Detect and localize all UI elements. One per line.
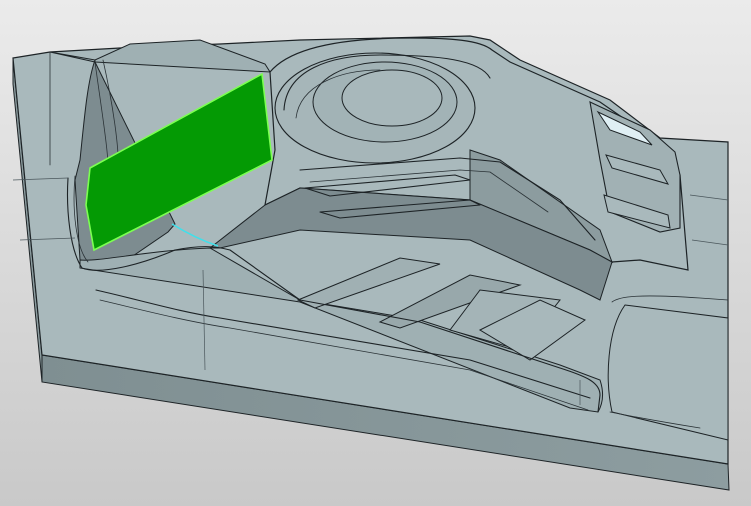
cad-model-view[interactable] [0, 0, 751, 506]
circular-recess-inner[interactable] [341, 69, 443, 127]
3d-viewport[interactable] [0, 0, 751, 506]
